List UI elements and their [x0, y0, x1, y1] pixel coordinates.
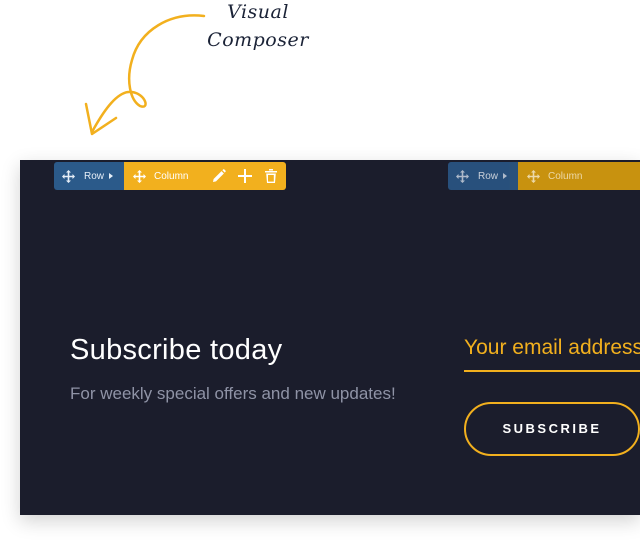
column-label: Column — [154, 170, 189, 182]
vc-toolbar-right: Row Column — [448, 162, 640, 190]
column-control-right[interactable]: Column — [518, 162, 640, 190]
curved-arrow-icon — [84, 14, 206, 136]
annotation-line-2: Composer — [207, 29, 309, 51]
annotation-line-1: Visual — [227, 1, 289, 23]
annotation: Visual Composer — [0, 0, 640, 160]
subscribe-section: Row Column Row Column Subscribe today Fo… — [20, 160, 640, 515]
subscribe-button[interactable]: SUBSCRIBE — [464, 402, 640, 456]
annotation-label: Visual Composer — [198, 0, 318, 54]
column-control[interactable]: Column — [124, 162, 286, 190]
email-input[interactable] — [464, 326, 640, 372]
page: Visual Composer Row Column Row Column Su… — [0, 0, 640, 545]
row-control-right[interactable]: Row — [448, 162, 518, 190]
caret-right-icon[interactable] — [104, 169, 118, 183]
column-tools — [212, 169, 278, 183]
row-label-right: Row — [477, 170, 498, 182]
column-label-right: Column — [548, 170, 583, 182]
subscribe-subtext: For weekly special offers and new update… — [70, 384, 396, 403]
move-icon[interactable] — [526, 169, 540, 183]
move-icon[interactable] — [62, 169, 76, 183]
plus-icon[interactable] — [238, 169, 252, 183]
caret-right-icon[interactable] — [498, 169, 512, 183]
move-icon[interactable] — [456, 169, 470, 183]
row-label: Row — [83, 170, 104, 182]
subscribe-heading: Subscribe today — [70, 334, 283, 366]
vc-toolbar-left: Row Column — [54, 162, 286, 190]
move-icon[interactable] — [132, 169, 146, 183]
row-control[interactable]: Row — [54, 162, 124, 190]
pencil-icon[interactable] — [212, 169, 226, 183]
trash-icon[interactable] — [264, 169, 278, 183]
